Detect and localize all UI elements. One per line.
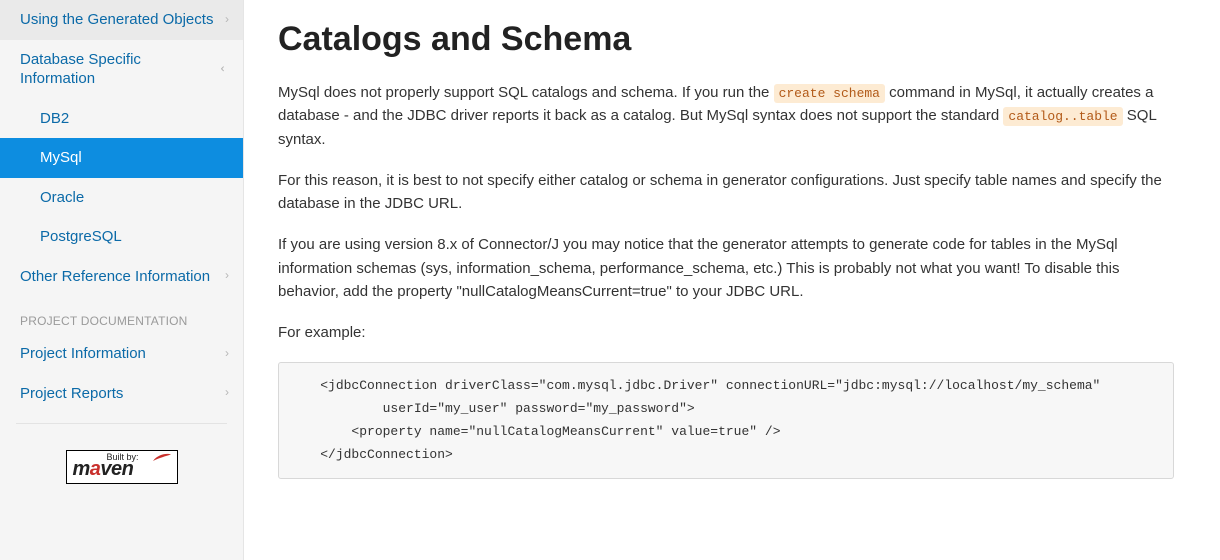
code-block-jdbc: <jdbcConnection driverClass="com.mysql.j… [278,362,1174,479]
nav-subitem-postgresql[interactable]: PostgreSQL [0,217,243,257]
chevron-right-icon: › [225,268,229,284]
nav-label: Other Reference Information [20,267,225,287]
nav-subitem-db2[interactable]: DB2 [0,99,243,139]
inline-code-catalog-table: catalog..table [1003,107,1122,126]
nav-item-project-reports[interactable]: Project Reports › [0,374,243,414]
nav-subitem-oracle[interactable]: Oracle [0,178,243,218]
chevron-down-icon: ⌄ [216,64,232,74]
nav-item-other-ref[interactable]: Other Reference Information › [0,257,243,297]
nav-label: Database Specific Information [20,50,219,89]
nav-label: Project Reports [20,384,225,404]
content: Catalogs and Schema MySql does not prope… [244,0,1204,509]
maven-logo[interactable]: Built by: maven [66,450,178,484]
chevron-right-icon: › [225,12,229,28]
sidebar: Using the Generated Objects › Database S… [0,0,244,560]
nav-sublabel: Oracle [40,188,229,208]
chevron-right-icon: › [225,385,229,401]
nav-label: Project Information [20,344,225,364]
maven-wordmark: maven [73,458,134,481]
nav-item-project-info[interactable]: Project Information › [0,334,243,374]
p1-text-a: MySql does not properly support SQL cata… [278,84,774,101]
inline-code-create-schema: create schema [774,84,885,103]
paragraph-3: If you are using version 8.x of Connecto… [278,233,1174,303]
nav-sublabel: MySql [40,148,229,168]
paragraph-2: For this reason, it is best to not speci… [278,169,1174,216]
nav-item-generated-objects[interactable]: Using the Generated Objects › [0,0,243,40]
sidebar-divider [16,423,227,424]
nav-item-db-specific[interactable]: Database Specific Information ⌄ [0,40,243,99]
nav-subitem-mysql[interactable]: MySql [0,138,243,178]
nav-sublabel: DB2 [40,109,229,129]
chevron-right-icon: › [225,346,229,362]
feather-icon [151,453,173,463]
paragraph-1: MySql does not properly support SQL cata… [278,81,1174,151]
nav-label: Using the Generated Objects [20,10,225,30]
nav-sublabel: PostgreSQL [40,227,229,247]
section-header-project-doc: PROJECT DOCUMENTATION [0,296,243,334]
page-title: Catalogs and Schema [278,20,1174,59]
paragraph-4: For example: [278,321,1174,344]
